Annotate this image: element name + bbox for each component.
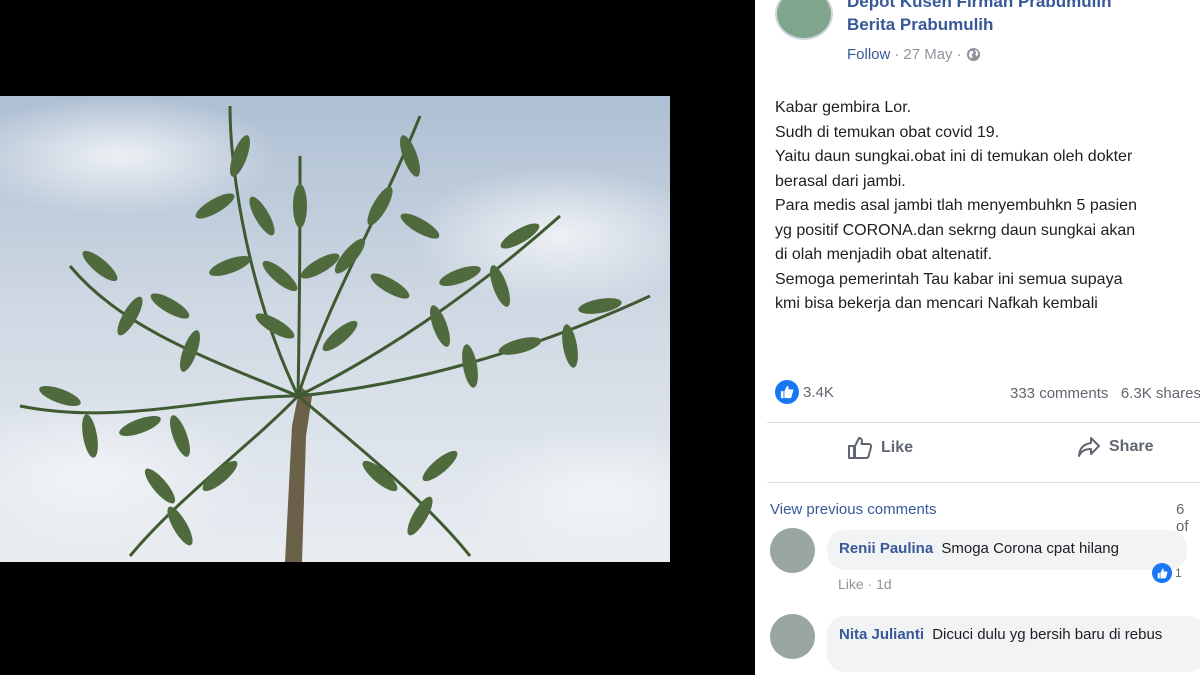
post-text-line: Yaitu daun sungkai.obat ini di temukan o… bbox=[775, 148, 1133, 165]
meta-separator: · bbox=[956, 46, 962, 63]
commenter-name[interactable]: Renii Paulina bbox=[839, 540, 933, 557]
like-button-label: Like bbox=[881, 439, 914, 456]
meta-separator: · bbox=[894, 46, 900, 63]
group-name[interactable]: Berita Prabumulih bbox=[847, 15, 993, 35]
reaction-count: 3.4K bbox=[803, 383, 834, 401]
comment-time[interactable]: 1d bbox=[876, 576, 892, 592]
post-text-line: di olah menjadih obat altenatif. bbox=[775, 246, 993, 263]
follow-link[interactable]: Follow bbox=[847, 46, 890, 63]
post-text-line: yg positif CORONA.dan sekrng daun sungka… bbox=[775, 221, 1136, 239]
meta-separator: · bbox=[867, 576, 873, 592]
comment-reaction-count: 1 bbox=[1175, 566, 1182, 580]
comment-like-link[interactable]: Like bbox=[838, 576, 864, 592]
globe-icon bbox=[966, 47, 980, 62]
comments-count[interactable]: 333 comments bbox=[1010, 385, 1108, 402]
page-avatar[interactable] bbox=[775, 0, 833, 40]
post-text-line: berasal dari jambi. bbox=[775, 172, 906, 190]
commenter-avatar[interactable] bbox=[770, 614, 815, 659]
like-button[interactable]: Like bbox=[847, 436, 913, 460]
thumbs-up-icon bbox=[848, 437, 873, 459]
comment-bubble: Renii Paulina Smoga Corona cpat hilang bbox=[827, 530, 1187, 570]
shares-count[interactable]: 6.3K shares bbox=[1121, 385, 1200, 402]
comment-text: Smoga Corona cpat hilang bbox=[941, 540, 1119, 557]
post-meta: Follow · 27 May · bbox=[847, 46, 981, 63]
share-button[interactable]: Share bbox=[1077, 436, 1153, 458]
post-text-line: Sudh di temukan obat covid 19. bbox=[775, 123, 1000, 141]
reaction-summary[interactable]: 3.4K bbox=[775, 380, 834, 404]
divider bbox=[767, 482, 1200, 483]
post-message: Kabar gembira Lor. Sudh di temukan obat … bbox=[775, 96, 1200, 317]
commenter-avatar[interactable] bbox=[770, 528, 815, 573]
photo-viewer bbox=[0, 0, 755, 675]
comment-reaction-badge[interactable]: 1 bbox=[1152, 563, 1182, 583]
like-reaction-icon bbox=[775, 380, 799, 404]
view-previous-comments-link[interactable]: View previous comments bbox=[770, 501, 936, 518]
post-text-line: Semoga pemerintah Tau kabar ini semua su… bbox=[775, 270, 1123, 288]
page-name[interactable]: Depot Kusen Firman Prabumulih bbox=[847, 0, 1111, 12]
post-text-line: Kabar gembira Lor. bbox=[775, 99, 912, 116]
comment-bubble: Nita Julianti Dicuci dulu yg bersih baru… bbox=[827, 616, 1200, 672]
share-button-label: Share bbox=[1109, 438, 1154, 455]
post-text-line: Para medis asal jambi tlah menyembuhkn 5… bbox=[775, 197, 1137, 214]
sungkai-tree-image bbox=[0, 96, 670, 562]
post-text-line: kmi bisa bekerja dan mencari Nafkah kemb… bbox=[775, 295, 1098, 312]
commenter-name[interactable]: Nita Julianti bbox=[839, 626, 924, 643]
post-date[interactable]: 27 May bbox=[903, 46, 952, 63]
comment-text: Dicuci dulu yg bersih baru di rebus bbox=[932, 626, 1163, 643]
comment-actions: Like · 1d bbox=[838, 576, 892, 592]
post-photo[interactable] bbox=[0, 96, 670, 562]
share-arrow-icon bbox=[1078, 437, 1100, 457]
like-reaction-icon bbox=[1152, 563, 1172, 583]
engagement-counts: 333 comments 6.3K shares bbox=[1010, 385, 1200, 402]
divider bbox=[767, 422, 1200, 423]
post-sidebar: Depot Kusen Firman Prabumulih Berita Pra… bbox=[755, 0, 1200, 675]
comment-pagination-count: 6 of bbox=[1176, 501, 1189, 535]
